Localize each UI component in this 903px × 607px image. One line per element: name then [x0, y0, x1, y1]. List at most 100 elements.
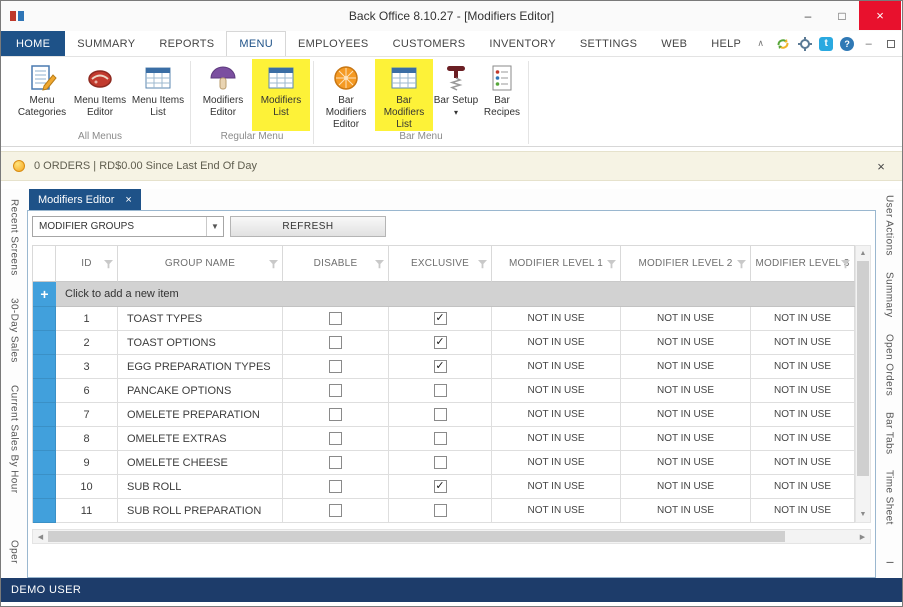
header-modifier-level-2[interactable]: MODIFIER LEVEL 2 — [621, 246, 751, 282]
twitter-icon[interactable]: t — [819, 37, 833, 51]
disable-checkbox[interactable] — [329, 384, 342, 397]
dock-tab-summary[interactable]: Summary — [884, 272, 895, 318]
cell-id[interactable]: 7 — [56, 403, 118, 427]
filter-funnel-icon[interactable] — [478, 260, 487, 269]
tab-help[interactable]: HELP — [699, 31, 753, 56]
scroll-right-icon[interactable]: ▶ — [855, 530, 870, 543]
cell-modifier-level-1[interactable]: NOT IN USE — [492, 475, 621, 499]
header-id[interactable]: ID — [56, 246, 118, 282]
cell-modifier-level-1[interactable]: NOT IN USE — [492, 499, 621, 523]
exclusive-checkbox[interactable] — [434, 480, 447, 493]
tab-settings[interactable]: SETTINGS — [568, 31, 649, 56]
scroll-up-icon[interactable]: ▲ — [856, 246, 870, 261]
tab-menu[interactable]: MENU — [226, 31, 286, 56]
tab-web[interactable]: WEB — [649, 31, 699, 56]
cell-group-name[interactable]: TOAST OPTIONS — [118, 331, 283, 355]
cell-id[interactable]: 11 — [56, 499, 118, 523]
dock-tab-inventory[interactable]: I — [884, 561, 895, 564]
cell-disable[interactable] — [283, 499, 389, 523]
cell-disable[interactable] — [283, 355, 389, 379]
cell-modifier-level-2[interactable]: NOT IN USE — [621, 475, 751, 499]
table-row[interactable]: 10SUB ROLLNOT IN USENOT IN USENOT IN USE — [33, 475, 855, 499]
horizontal-scroll-thumb[interactable] — [48, 531, 785, 542]
dock-tab-30-day-sales[interactable]: 30-Day Sales — [9, 298, 20, 363]
cell-modifier-level-2[interactable]: NOT IN USE — [621, 451, 751, 475]
row-selector[interactable] — [33, 475, 56, 499]
cell-modifier-level-2[interactable]: NOT IN USE — [621, 427, 751, 451]
tab-employees[interactable]: EMPLOYEES — [286, 31, 381, 56]
table-row[interactable]: 9OMELETE CHEESENOT IN USENOT IN USENOT I… — [33, 451, 855, 475]
cell-modifier-level-2[interactable]: NOT IN USE — [621, 331, 751, 355]
cell-exclusive[interactable] — [389, 499, 492, 523]
sync-icon[interactable] — [775, 36, 790, 51]
cell-modifier-level-1[interactable]: NOT IN USE — [492, 427, 621, 451]
cell-modifier-level-3[interactable]: NOT IN USE — [751, 451, 855, 475]
filter-funnel-icon[interactable] — [104, 260, 113, 269]
disable-checkbox[interactable] — [329, 336, 342, 349]
notification-close-icon[interactable]: × — [872, 159, 890, 174]
cell-group-name[interactable]: OMELETE CHEESE — [118, 451, 283, 475]
minimize-icon[interactable]: – — [791, 1, 825, 30]
cell-disable[interactable] — [283, 403, 389, 427]
cell-group-name[interactable]: SUB ROLL PREPARATION — [118, 499, 283, 523]
tab-home[interactable]: HOME — [1, 31, 65, 56]
disable-checkbox[interactable] — [329, 504, 342, 517]
cell-disable[interactable] — [283, 427, 389, 451]
dock-tab-oper[interactable]: Oper — [9, 540, 20, 564]
bar-setup-button[interactable]: Bar Setup ▾ — [433, 59, 479, 131]
bar-recipes-button[interactable]: Bar Recipes — [479, 59, 525, 131]
exclusive-checkbox[interactable] — [434, 336, 447, 349]
exclusive-checkbox[interactable] — [434, 384, 447, 397]
cell-exclusive[interactable] — [389, 403, 492, 427]
disable-checkbox[interactable] — [329, 456, 342, 469]
filter-funnel-icon[interactable] — [269, 260, 278, 269]
cell-modifier-level-3[interactable]: NOT IN USE — [751, 331, 855, 355]
disable-checkbox[interactable] — [329, 408, 342, 421]
dock-tab-recent-screens[interactable]: Recent Screens — [9, 199, 20, 276]
exclusive-checkbox[interactable] — [434, 312, 447, 325]
header-disable[interactable]: DISABLE — [283, 246, 389, 282]
filter-funnel-icon[interactable] — [375, 260, 384, 269]
dock-tab-open-orders[interactable]: Open Orders — [884, 334, 895, 396]
cell-exclusive[interactable] — [389, 475, 492, 499]
vertical-scroll-thumb[interactable] — [857, 261, 869, 476]
header-exclusive[interactable]: EXCLUSIVE — [389, 246, 492, 282]
exclusive-checkbox[interactable] — [434, 360, 447, 373]
mdi-minimize-icon[interactable]: – — [861, 36, 876, 51]
cell-modifier-level-1[interactable]: NOT IN USE — [492, 403, 621, 427]
help-icon[interactable]: ? — [840, 37, 854, 51]
exclusive-checkbox[interactable] — [434, 504, 447, 517]
cell-group-name[interactable]: EGG PREPARATION TYPES — [118, 355, 283, 379]
cell-modifier-level-2[interactable]: NOT IN USE — [621, 355, 751, 379]
gear-icon[interactable] — [797, 36, 812, 51]
header-modifier-level-3[interactable]: MODIFIER LEVEL 3 — [751, 246, 855, 282]
menu-items-list-button[interactable]: Menu Items List — [129, 59, 187, 131]
disable-checkbox[interactable] — [329, 432, 342, 445]
cell-id[interactable]: 10 — [56, 475, 118, 499]
scroll-left-icon[interactable]: ◀ — [33, 530, 48, 543]
tab-summary[interactable]: SUMMARY — [65, 31, 147, 56]
disable-checkbox[interactable] — [329, 480, 342, 493]
cell-modifier-level-3[interactable]: NOT IN USE — [751, 355, 855, 379]
dock-tab-user-actions[interactable]: User Actions — [884, 195, 895, 256]
tab-customers[interactable]: CUSTOMERS — [381, 31, 478, 56]
cell-modifier-level-3[interactable]: NOT IN USE — [751, 427, 855, 451]
modifier-groups-dropdown[interactable]: MODIFIER GROUPS ▼ — [32, 216, 224, 237]
cell-group-name[interactable]: SUB ROLL — [118, 475, 283, 499]
dock-tab-bar-tabs[interactable]: Bar Tabs — [884, 412, 895, 454]
row-selector[interactable] — [33, 307, 56, 331]
add-row-label[interactable]: Click to add a new item — [56, 282, 855, 307]
cell-modifier-level-3[interactable]: NOT IN USE — [751, 307, 855, 331]
cell-modifier-level-3[interactable]: NOT IN USE — [751, 475, 855, 499]
bar-modifiers-editor-button[interactable]: Bar Modifiers Editor — [317, 59, 375, 131]
horizontal-scrollbar[interactable]: ◀ ▶ — [32, 529, 871, 544]
cell-modifier-level-2[interactable]: NOT IN USE — [621, 403, 751, 427]
cell-id[interactable]: 2 — [56, 331, 118, 355]
chevron-down-icon[interactable]: ▼ — [206, 217, 223, 236]
cell-group-name[interactable]: PANCAKE OPTIONS — [118, 379, 283, 403]
row-selector[interactable] — [33, 451, 56, 475]
tab-close-icon[interactable]: × — [125, 194, 131, 206]
cell-exclusive[interactable] — [389, 355, 492, 379]
exclusive-checkbox[interactable] — [434, 432, 447, 445]
cell-exclusive[interactable] — [389, 331, 492, 355]
